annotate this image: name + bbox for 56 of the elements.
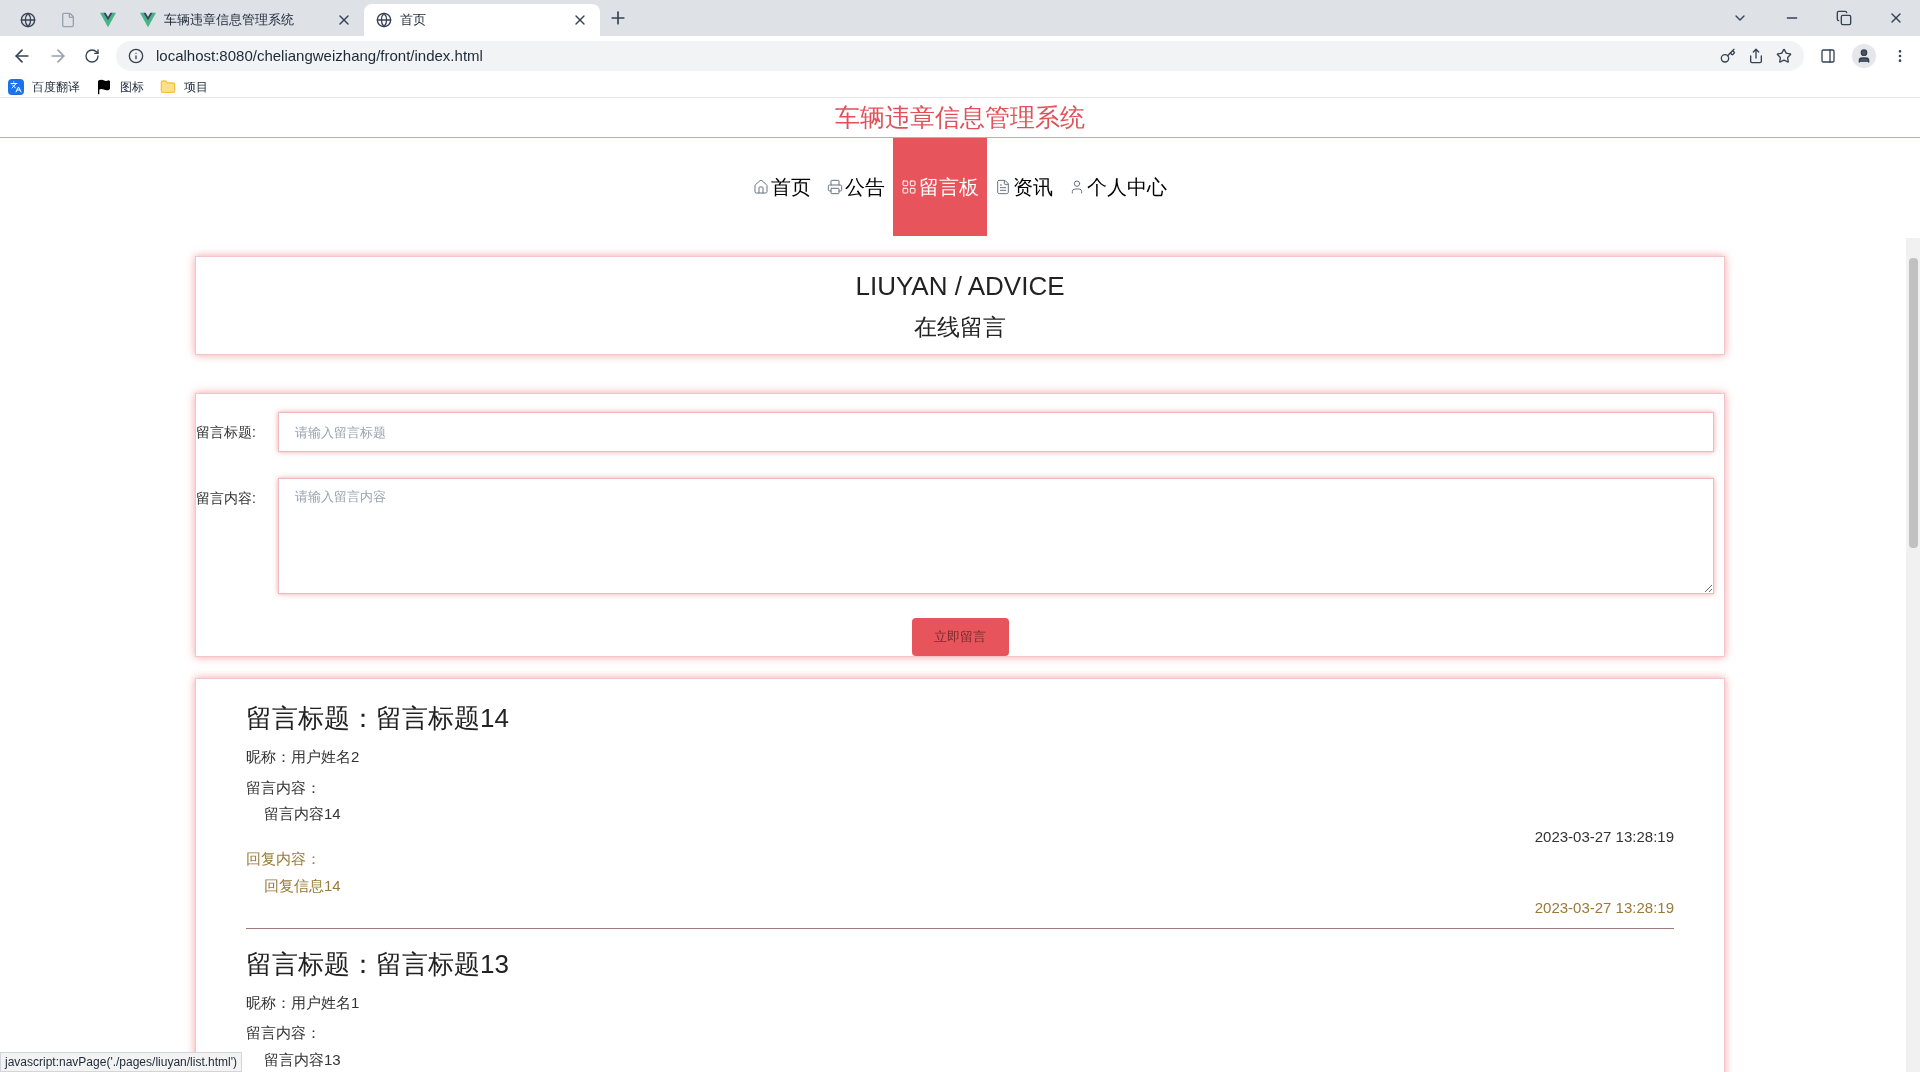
- content-label: 留言内容：: [246, 1023, 322, 1043]
- message-content: 留言内容14: [263, 804, 342, 824]
- banner-subtitle: 在线留言: [914, 312, 1006, 342]
- v-logo-icon: [100, 12, 116, 28]
- scrollbar-thumb[interactable]: [1908, 258, 1918, 548]
- nav-link[interactable]: 个人中心: [1061, 138, 1175, 236]
- folder-icon: [160, 78, 176, 95]
- side-panel-icon[interactable]: [1820, 48, 1836, 64]
- tab-title: 首页: [400, 11, 427, 30]
- status-bar-text: javascript:navPage('./pages/liuyan/list.html'): [0, 1052, 243, 1072]
- browser-tab[interactable]: 车辆违章信息管理系统: [128, 4, 364, 36]
- nickname-text: 昵称：用户姓名2: [246, 747, 361, 767]
- reload-icon[interactable]: [84, 48, 100, 64]
- globe-icon: [20, 12, 36, 28]
- share-icon[interactable]: [1748, 48, 1764, 64]
- nickname-text: 昵称：用户姓名1: [246, 992, 361, 1013]
- printer-icon: [827, 179, 843, 195]
- message-time: 2023-03-27 13:28:19: [1534, 826, 1674, 847]
- nav-link[interactable]: 资讯: [987, 138, 1061, 236]
- bookmark-link[interactable]: 项目: [184, 77, 208, 96]
- nav-link[interactable]: 公告: [819, 138, 893, 236]
- field-label: 留言标题:: [196, 423, 257, 442]
- reply-label: 回复内容：: [246, 849, 322, 869]
- banner-title: LIUYAN / ADVICE: [855, 269, 1065, 303]
- reply-content: 回复信息14: [263, 875, 342, 896]
- tab-title: 车辆违章信息管理系统: [164, 11, 295, 30]
- globe-icon: [376, 12, 392, 28]
- profile-icon[interactable]: [1852, 44, 1876, 68]
- message-title: 留言标题：留言标题14: [246, 702, 510, 735]
- star-icon[interactable]: [1776, 48, 1792, 64]
- user-icon: [1069, 179, 1085, 195]
- key-icon[interactable]: [1720, 48, 1736, 64]
- nav-link[interactable]: 首页: [745, 138, 819, 236]
- site-title: 车辆违章信息管理系统: [835, 101, 1085, 133]
- bookmark-link[interactable]: 图标: [120, 77, 144, 96]
- info-icon[interactable]: [128, 48, 144, 64]
- home-icon: [753, 179, 769, 195]
- url-text: localhost:8080/cheliangweizhang/front/index.html: [156, 45, 483, 66]
- content-field[interactable]: 请输入留言内容: [278, 478, 1714, 594]
- content-label: 留言内容：: [246, 777, 322, 798]
- bookmark-link[interactable]: 百度翻译: [32, 77, 80, 96]
- grid-icon: [901, 179, 917, 195]
- restore-icon[interactable]: [1836, 10, 1852, 26]
- v-logo-icon: [140, 12, 156, 28]
- browser-tab[interactable]: 首页: [364, 4, 600, 36]
- nav-link[interactable]: 留言板: [893, 138, 987, 236]
- translate-icon: [8, 78, 24, 95]
- field-label: 留言内容:: [196, 489, 257, 508]
- title-field[interactable]: 请输入留言标题: [278, 412, 1714, 452]
- message-title: 留言标题：留言标题13: [246, 947, 510, 981]
- message-content: 留言内容13: [263, 1049, 342, 1070]
- address-bar[interactable]: localhost:8080/cheliangweizhang/front/index.html: [116, 41, 1804, 71]
- document-icon: [995, 179, 1011, 195]
- flag-icon: [96, 78, 112, 95]
- page-icon: [60, 12, 76, 28]
- reply-time: 2023-03-27 13:28:19: [1534, 898, 1674, 918]
